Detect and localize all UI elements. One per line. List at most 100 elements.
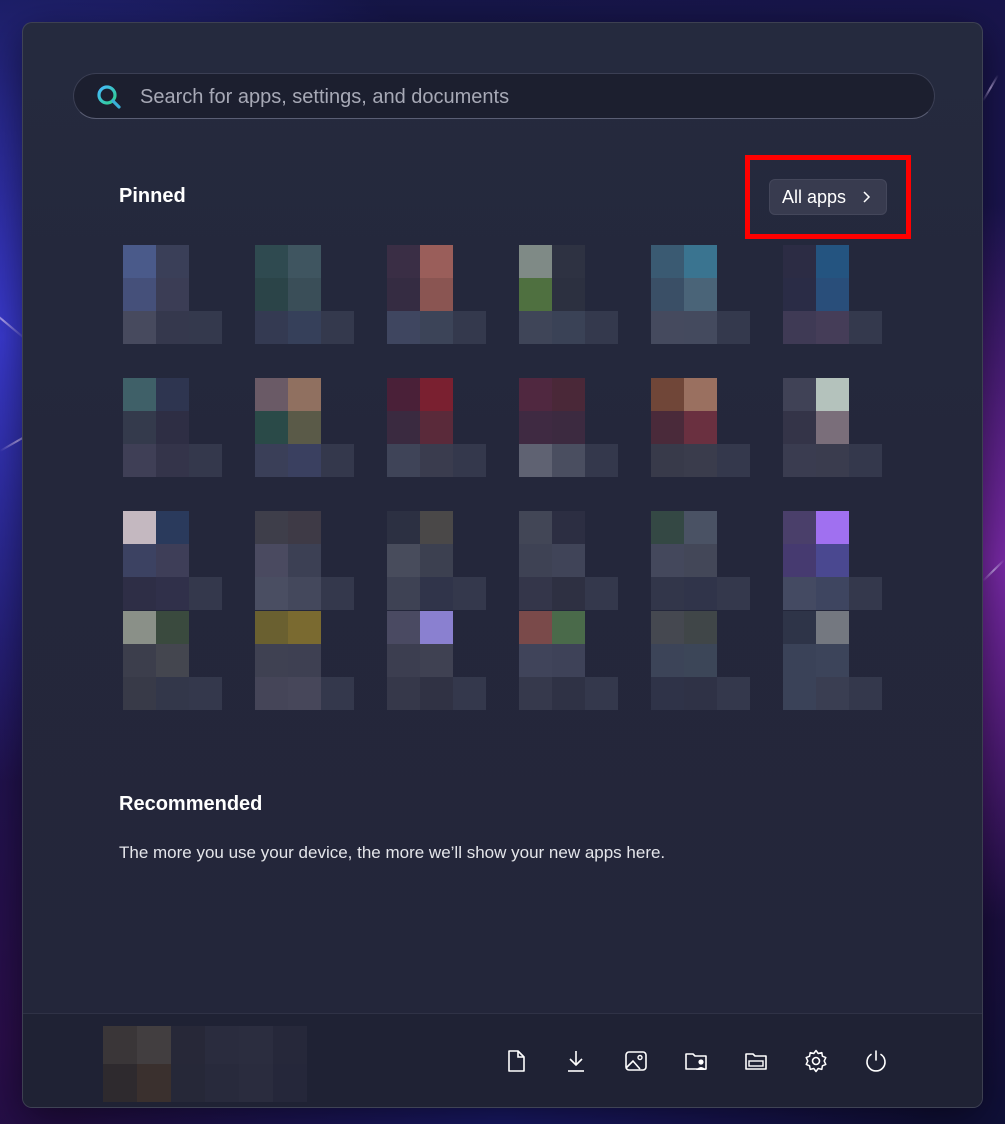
pinned-app-tile-pixel <box>255 411 288 444</box>
profile-pixel <box>239 1026 273 1064</box>
pinned-app-tile-pixel <box>123 544 156 577</box>
wallpaper-streak <box>982 74 999 102</box>
pinned-app-label-pixel <box>717 444 750 477</box>
pinned-app-tile-pixel <box>651 311 684 344</box>
pinned-app-tile-pixel <box>816 378 849 411</box>
pinned-app-tile-pixel <box>651 677 684 710</box>
pinned-app-tile-pixel <box>651 511 684 544</box>
pinned-app-tile-pixel <box>123 311 156 344</box>
profile-pixel <box>239 1064 273 1102</box>
pinned-app-tile-pixel <box>420 677 453 710</box>
pinned-app-tile-pixel <box>255 677 288 710</box>
pinned-app-tile-pixel <box>783 544 816 577</box>
pinned-app-tile-pixel <box>816 611 849 644</box>
pinned-app-tile-pixel <box>552 577 585 610</box>
profile-pixel <box>137 1064 171 1102</box>
search-input[interactable] <box>138 74 902 120</box>
pinned-app-label-pixel <box>717 677 750 710</box>
pinned-app-tile-pixel <box>552 511 585 544</box>
pinned-app-tile-pixel <box>387 245 420 278</box>
settings-gear-icon[interactable] <box>803 1048 829 1074</box>
pinned-app-label-pixel <box>717 577 750 610</box>
pinned-app-tile-pixel <box>552 378 585 411</box>
pinned-app-tile-pixel <box>519 511 552 544</box>
recommended-empty-text: The more you use your device, the more w… <box>119 843 666 862</box>
pinned-app-tile-pixel <box>783 577 816 610</box>
pinned-app-tile-pixel <box>651 378 684 411</box>
pinned-app-tile-pixel <box>255 378 288 411</box>
pictures-icon[interactable] <box>623 1048 649 1074</box>
pinned-app-tile-pixel <box>816 444 849 477</box>
pinned-app-label-pixel <box>321 677 354 710</box>
pinned-app-tile-pixel <box>255 644 288 677</box>
pinned-app-tile-pixel <box>156 245 189 278</box>
pinned-app-tile-pixel <box>651 611 684 644</box>
pinned-app-tile-pixel <box>156 311 189 344</box>
file-explorer-icon[interactable] <box>743 1048 769 1074</box>
pinned-app-tile-pixel <box>288 411 321 444</box>
start-menu: Pinned All apps Recommended The more you… <box>22 22 983 1108</box>
pinned-app-tile-pixel <box>519 577 552 610</box>
pinned-app-label-pixel <box>849 577 882 610</box>
pinned-app-tile-pixel <box>123 677 156 710</box>
pinned-app-tile-pixel <box>552 411 585 444</box>
pinned-app-tile-pixel <box>288 278 321 311</box>
pinned-app-tile-pixel <box>552 544 585 577</box>
pinned-app-label-pixel <box>321 311 354 344</box>
pinned-app-tile-pixel <box>684 611 717 644</box>
pinned-app-tile-pixel <box>255 278 288 311</box>
pinned-app-tile-pixel <box>783 611 816 644</box>
pinned-app-tile-pixel <box>420 311 453 344</box>
user-profile-avatar[interactable] <box>103 1026 307 1102</box>
pinned-app-tile-pixel <box>816 245 849 278</box>
pinned-app-tile-pixel <box>420 611 453 644</box>
pinned-app-tile-pixel <box>552 644 585 677</box>
pinned-app-tile-pixel <box>684 544 717 577</box>
user-folder-icon[interactable] <box>683 1048 709 1074</box>
pinned-app-label-pixel <box>585 677 618 710</box>
pinned-app-tile-pixel <box>123 644 156 677</box>
pinned-app-tile-pixel <box>255 511 288 544</box>
pinned-app-tile-pixel <box>288 611 321 644</box>
pinned-app-tile-pixel <box>519 278 552 311</box>
pinned-app-tile-pixel <box>651 544 684 577</box>
pinned-app-label-pixel <box>585 577 618 610</box>
document-icon[interactable] <box>503 1048 529 1074</box>
pinned-app-tile-pixel <box>255 577 288 610</box>
highlight-box <box>745 155 911 239</box>
search-box[interactable] <box>73 73 935 120</box>
pinned-app-tile-pixel <box>387 677 420 710</box>
pinned-app-label-pixel <box>849 311 882 344</box>
profile-pixel <box>273 1064 307 1102</box>
pinned-app-tile-pixel <box>420 511 453 544</box>
pinned-app-tile-pixel <box>783 245 816 278</box>
pinned-app-label-pixel <box>321 444 354 477</box>
pinned-app-tile-pixel <box>387 311 420 344</box>
power-icon[interactable] <box>863 1048 889 1074</box>
pinned-app-tile-pixel <box>288 644 321 677</box>
search-icon <box>97 85 121 109</box>
profile-pixel <box>171 1064 205 1102</box>
pinned-app-tile-pixel <box>387 577 420 610</box>
pinned-app-label-pixel <box>189 311 222 344</box>
wallpaper-streak <box>982 559 1005 582</box>
pinned-app-tile-pixel <box>255 444 288 477</box>
pinned-app-tile-pixel <box>651 444 684 477</box>
pinned-heading: Pinned <box>119 185 186 207</box>
pinned-app-label-pixel <box>453 444 486 477</box>
pinned-app-label-pixel <box>453 677 486 710</box>
pinned-app-tile-pixel <box>288 311 321 344</box>
downloads-icon[interactable] <box>563 1048 589 1074</box>
pinned-app-tile-pixel <box>519 444 552 477</box>
pinned-app-tile-pixel <box>684 278 717 311</box>
pinned-app-label-pixel <box>321 577 354 610</box>
pinned-app-tile-pixel <box>519 411 552 444</box>
pinned-app-tile-pixel <box>156 677 189 710</box>
pinned-app-tile-pixel <box>816 577 849 610</box>
pinned-app-tile-pixel <box>684 245 717 278</box>
pinned-app-label-pixel <box>849 677 882 710</box>
pinned-app-tile-pixel <box>123 611 156 644</box>
profile-pixel <box>137 1026 171 1064</box>
pinned-app-tile-pixel <box>783 278 816 311</box>
pinned-app-tile-pixel <box>420 444 453 477</box>
